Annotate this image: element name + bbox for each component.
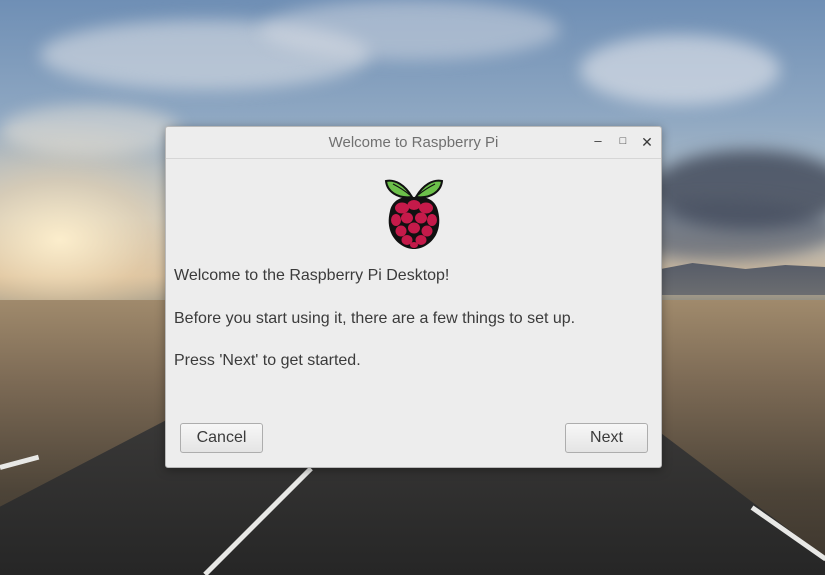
title-bar[interactable]: Welcome to Raspberry Pi ‒ □ ✕ — [166, 127, 661, 159]
cloud — [0, 105, 180, 155]
setup-message: Before you start using it, there are a f… — [174, 310, 576, 327]
welcome-message: Welcome to the Raspberry Pi Desktop! — [174, 267, 450, 284]
cloud — [260, 0, 560, 60]
cancel-button[interactable]: Cancel — [180, 423, 263, 453]
instruction-message: Press 'Next' to get started. — [174, 352, 361, 369]
minimize-icon[interactable]: ‒ — [590, 133, 606, 148]
raspberry-pi-logo-icon — [384, 179, 444, 249]
maximize-icon[interactable]: □ — [615, 135, 631, 147]
close-icon[interactable]: ✕ — [639, 134, 655, 151]
leaf-right — [414, 179, 444, 199]
desktop-wallpaper: Welcome to Raspberry Pi ‒ □ ✕ Welcome to… — [0, 0, 825, 575]
leaf-left — [384, 179, 414, 199]
welcome-dialog: Welcome to Raspberry Pi ‒ □ ✕ Welcome to… — [165, 126, 662, 468]
cloud — [580, 35, 780, 105]
next-button[interactable]: Next — [565, 423, 648, 453]
window-title: Welcome to Raspberry Pi — [328, 134, 499, 151]
